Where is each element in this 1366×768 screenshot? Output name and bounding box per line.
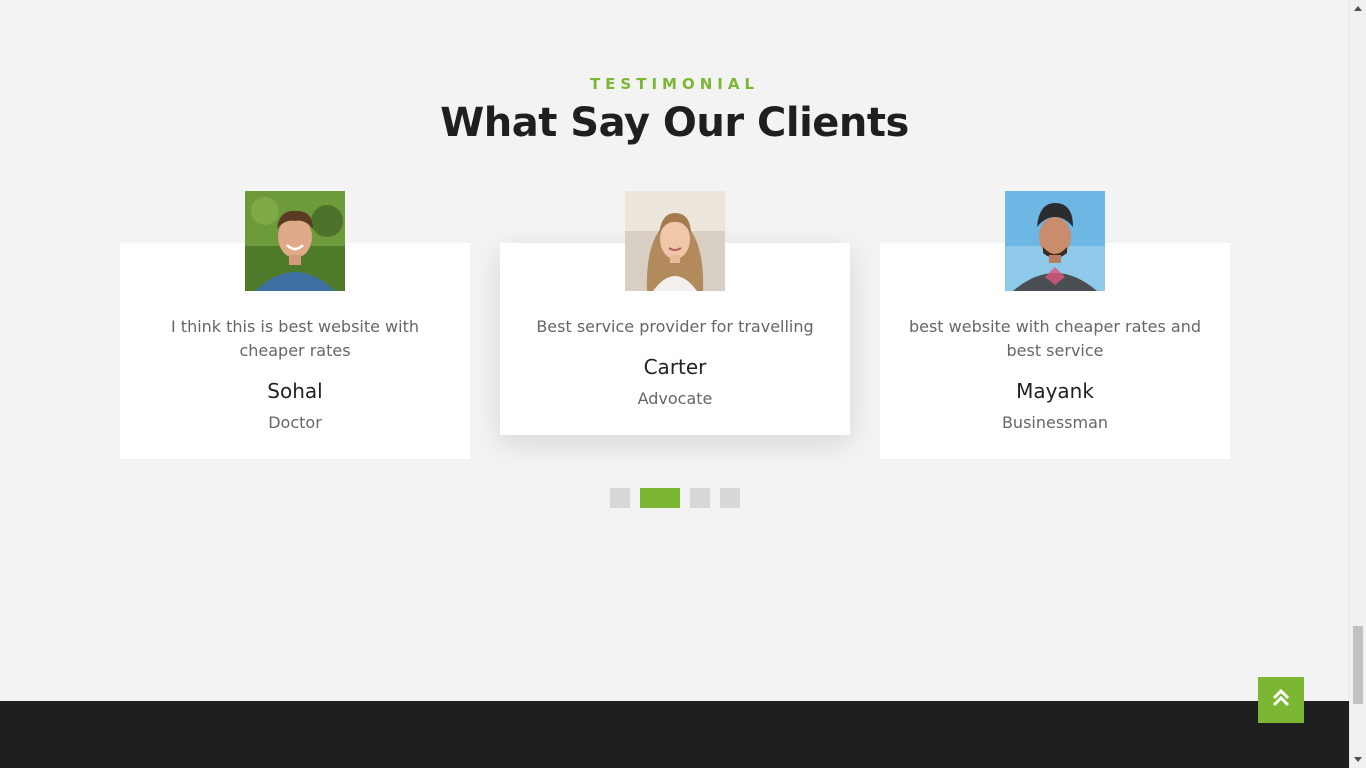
client-avatar	[245, 191, 345, 291]
page: TESTIMONIAL What Say Our Clients I think…	[0, 0, 1366, 768]
back-to-top-button[interactable]	[1258, 677, 1304, 723]
client-name: Sohal	[267, 379, 323, 403]
testimonial-quote: I think this is best website with cheape…	[170, 317, 419, 360]
testimonial-quote: Best service provider for travelling	[536, 317, 814, 336]
client-role: Businessman	[1001, 413, 1109, 432]
page-scrollbar[interactable]	[1349, 0, 1366, 768]
client-avatar	[1005, 191, 1105, 291]
client-name: Mayank	[1016, 379, 1094, 403]
double-chevron-up-icon	[1272, 688, 1290, 712]
carousel-dot[interactable]	[610, 488, 630, 508]
client-avatar	[625, 191, 725, 291]
testimonial-quote: best website with cheaper rates and best…	[908, 317, 1202, 360]
section-eyebrow: TESTIMONIAL	[589, 75, 760, 93]
carousel-pagination	[610, 488, 740, 508]
carousel-dot-active[interactable]	[640, 488, 680, 508]
scrollbar-thumb[interactable]	[1353, 626, 1363, 704]
testimonial-section: TESTIMONIAL What Say Our Clients I think…	[0, 0, 1349, 768]
client-role: Doctor	[268, 413, 322, 432]
scroll-down-arrow-icon[interactable]	[1354, 757, 1362, 762]
client-role: Advocate	[637, 389, 713, 408]
footer	[0, 701, 1349, 768]
carousel-dot[interactable]	[720, 488, 740, 508]
scroll-up-arrow-icon[interactable]	[1354, 6, 1362, 11]
client-name: Carter	[643, 355, 707, 379]
carousel-dot[interactable]	[690, 488, 710, 508]
section-title: What Say Our Clients	[440, 100, 909, 146]
